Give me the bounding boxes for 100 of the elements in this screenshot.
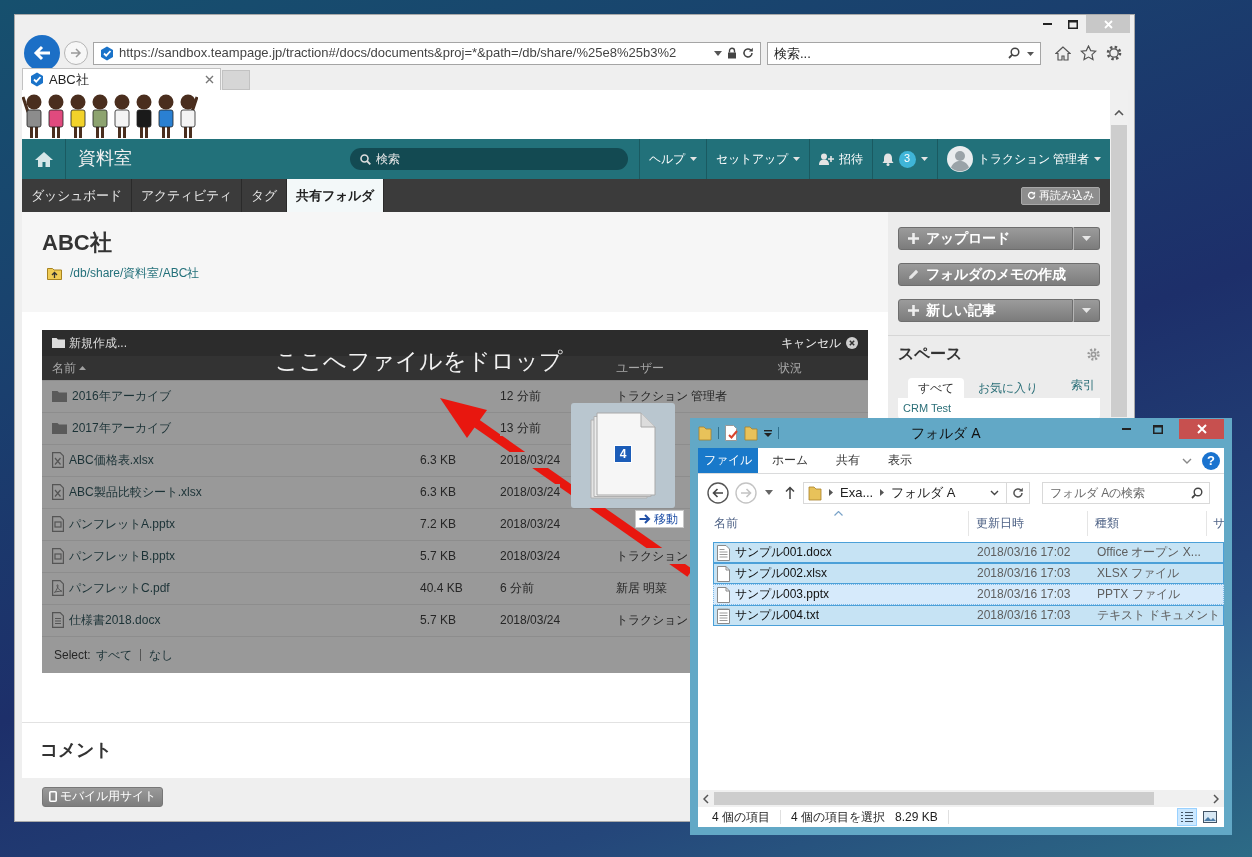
tab[interactable]: すべて bbox=[908, 378, 964, 398]
star-icon[interactable] bbox=[1080, 45, 1097, 61]
blank-file-icon bbox=[717, 565, 730, 582]
search-field[interactable]: 検索 bbox=[349, 148, 628, 170]
details-view-button[interactable] bbox=[1177, 808, 1197, 826]
chevron-down-icon[interactable] bbox=[990, 489, 999, 496]
file-row[interactable]: サンプル003.pptx 2018/03/16 17:03 PPTX ファイル bbox=[713, 584, 1224, 605]
file-name[interactable]: パンフレットC.pdf bbox=[69, 580, 170, 597]
up-arrow-icon[interactable] bbox=[785, 486, 795, 499]
document-check-icon[interactable] bbox=[725, 425, 738, 441]
modified-date: 2018/03/16 17:03 bbox=[976, 566, 1072, 581]
document-stack-icon bbox=[590, 411, 656, 500]
scroll-right-icon[interactable] bbox=[1213, 793, 1219, 804]
folder-up-icon[interactable] bbox=[47, 266, 62, 280]
ribbon-tab[interactable]: ホーム bbox=[758, 448, 822, 473]
column-header[interactable]: ユーザー bbox=[616, 360, 664, 376]
file-row[interactable]: サンプル002.xlsx 2018/03/16 17:03 XLSX ファイル bbox=[713, 563, 1224, 584]
close-button[interactable] bbox=[1179, 419, 1224, 439]
modified-date: 6 分前 bbox=[500, 580, 534, 597]
thumbnail-view-button[interactable] bbox=[1200, 808, 1220, 826]
folder-icon bbox=[52, 422, 67, 435]
address-field[interactable]: Exa... フォルダ A bbox=[803, 481, 1030, 504]
settings-icon[interactable] bbox=[1106, 45, 1122, 61]
column-header[interactable]: サ bbox=[1213, 516, 1224, 531]
new-button[interactable]: 新規作成... bbox=[52, 335, 127, 351]
chevron-right-icon[interactable] bbox=[829, 489, 833, 496]
dropdown-button[interactable] bbox=[1073, 299, 1100, 322]
breadcrumb-button[interactable]: Exa... bbox=[840, 484, 874, 501]
index-link[interactable]: 索引 bbox=[1071, 378, 1095, 393]
search-field[interactable]: フォルダ Aの検索 bbox=[1042, 481, 1210, 504]
space-link[interactable]: CRM Test bbox=[903, 402, 1095, 415]
notification-badge: 3 bbox=[898, 150, 916, 168]
mobile-site-button[interactable]: モバイル用サイト bbox=[42, 786, 163, 807]
search-icon[interactable] bbox=[1191, 486, 1203, 499]
ribbon-tab[interactable]: 共有 bbox=[822, 448, 874, 473]
browser-tab[interactable]: ABC社 bbox=[22, 68, 221, 90]
maximize-icon bbox=[1153, 424, 1163, 434]
file-icon bbox=[52, 580, 64, 597]
column-header[interactable]: 種類 bbox=[1095, 516, 1119, 531]
tab[interactable]: お気に入り bbox=[968, 378, 1048, 398]
file-name: サンプル001.docx bbox=[735, 545, 832, 560]
scrollbar-thumb[interactable] bbox=[1111, 125, 1127, 417]
dropdown-button[interactable] bbox=[1073, 227, 1100, 250]
caret-icon bbox=[1082, 236, 1091, 241]
column-header[interactable]: 更新日時 bbox=[976, 516, 1024, 531]
ribbon-tab[interactable]: 表示 bbox=[874, 448, 926, 473]
cancel-button[interactable]: キャンセル bbox=[781, 335, 858, 351]
address-field[interactable]: https://sandbox.teampage.jp/traction#/docs/documents&proj=*&path=/db/share/%25e8%25b3%2 bbox=[93, 41, 761, 65]
refresh-icon[interactable] bbox=[742, 47, 754, 59]
help-button[interactable]: ? bbox=[1202, 451, 1220, 470]
file-name: サンプル002.xlsx bbox=[735, 566, 828, 581]
scroll-up-icon[interactable] bbox=[1114, 110, 1124, 116]
ribbon-tab[interactable]: ファイル bbox=[698, 448, 758, 473]
search-field[interactable]: 検索... bbox=[767, 41, 1041, 65]
close-icon bbox=[205, 75, 214, 84]
select-none-link[interactable]: なし bbox=[148, 647, 173, 663]
modified-date: 2018/03/16 17:02 bbox=[976, 545, 1072, 560]
action-button[interactable]: 新しい記事 bbox=[898, 299, 1073, 322]
plus-icon bbox=[908, 233, 919, 244]
folder-icon bbox=[52, 337, 65, 349]
tab[interactable]: 共有フォルダ bbox=[287, 179, 384, 212]
select-all-link[interactable]: すべて bbox=[95, 647, 132, 663]
lock-icon[interactable] bbox=[727, 47, 737, 59]
dropdown-caret-icon[interactable] bbox=[714, 50, 722, 56]
scrollbar-thumb[interactable] bbox=[714, 792, 1154, 805]
action-button[interactable]: フォルダのメモの作成 bbox=[898, 263, 1100, 286]
column-header[interactable]: 名前 bbox=[52, 360, 76, 376]
file-name[interactable]: 2016年アーカイブ bbox=[72, 388, 171, 405]
breadcrumb-button[interactable]: フォルダ A bbox=[891, 484, 956, 501]
file-name[interactable]: ABC製品比較シート.xlsx bbox=[69, 484, 202, 501]
back-button[interactable] bbox=[24, 35, 60, 71]
file-name[interactable]: ABC価格表.xlsx bbox=[69, 452, 154, 469]
file-name[interactable]: 仕様書2018.docx bbox=[69, 612, 161, 629]
dropdown-caret-icon[interactable] bbox=[1027, 51, 1034, 56]
close-tab-button[interactable] bbox=[205, 75, 214, 84]
home-icon[interactable] bbox=[1055, 45, 1071, 61]
selection-size: 8.29 KB bbox=[895, 809, 938, 825]
file-name[interactable]: パンフレットB.pptx bbox=[69, 548, 176, 565]
column-header[interactable]: 状況 bbox=[778, 360, 802, 376]
user-plus-icon bbox=[818, 153, 834, 165]
reload-button[interactable]: 再読み込み bbox=[1021, 186, 1100, 205]
modified-date: 2018/03/16 17:03 bbox=[976, 608, 1072, 623]
file-row[interactable]: サンプル001.docx 2018/03/16 17:02 Office オープン X... bbox=[713, 542, 1224, 563]
file-row[interactable]: サンプル004.txt 2018/03/16 17:03 テキスト ドキュメント bbox=[713, 605, 1224, 626]
file-type: PPTX ファイル bbox=[1096, 587, 1180, 602]
item-count: 4 個の項目 bbox=[712, 809, 770, 825]
caret-icon bbox=[792, 157, 800, 161]
search-icon[interactable] bbox=[1008, 46, 1020, 59]
chevron-right-icon[interactable] bbox=[880, 489, 885, 496]
close-circle-icon bbox=[846, 337, 858, 349]
action-button[interactable]: アップロード bbox=[898, 227, 1073, 250]
scroll-left-icon[interactable] bbox=[703, 793, 709, 804]
file-name[interactable]: 2017年アーカイブ bbox=[72, 420, 171, 437]
folder-icon bbox=[808, 484, 822, 501]
column-header[interactable]: 名前 bbox=[714, 516, 738, 531]
file-name[interactable]: パンフレットA.pptx bbox=[69, 516, 176, 533]
breadcrumb-link[interactable]: /db/share/資料室/ABC社 bbox=[70, 266, 200, 281]
dropdown-caret-icon[interactable] bbox=[765, 490, 773, 495]
dropdown-caret-icon[interactable] bbox=[764, 429, 772, 437]
modified-date: 2018/03/24 bbox=[500, 452, 561, 469]
